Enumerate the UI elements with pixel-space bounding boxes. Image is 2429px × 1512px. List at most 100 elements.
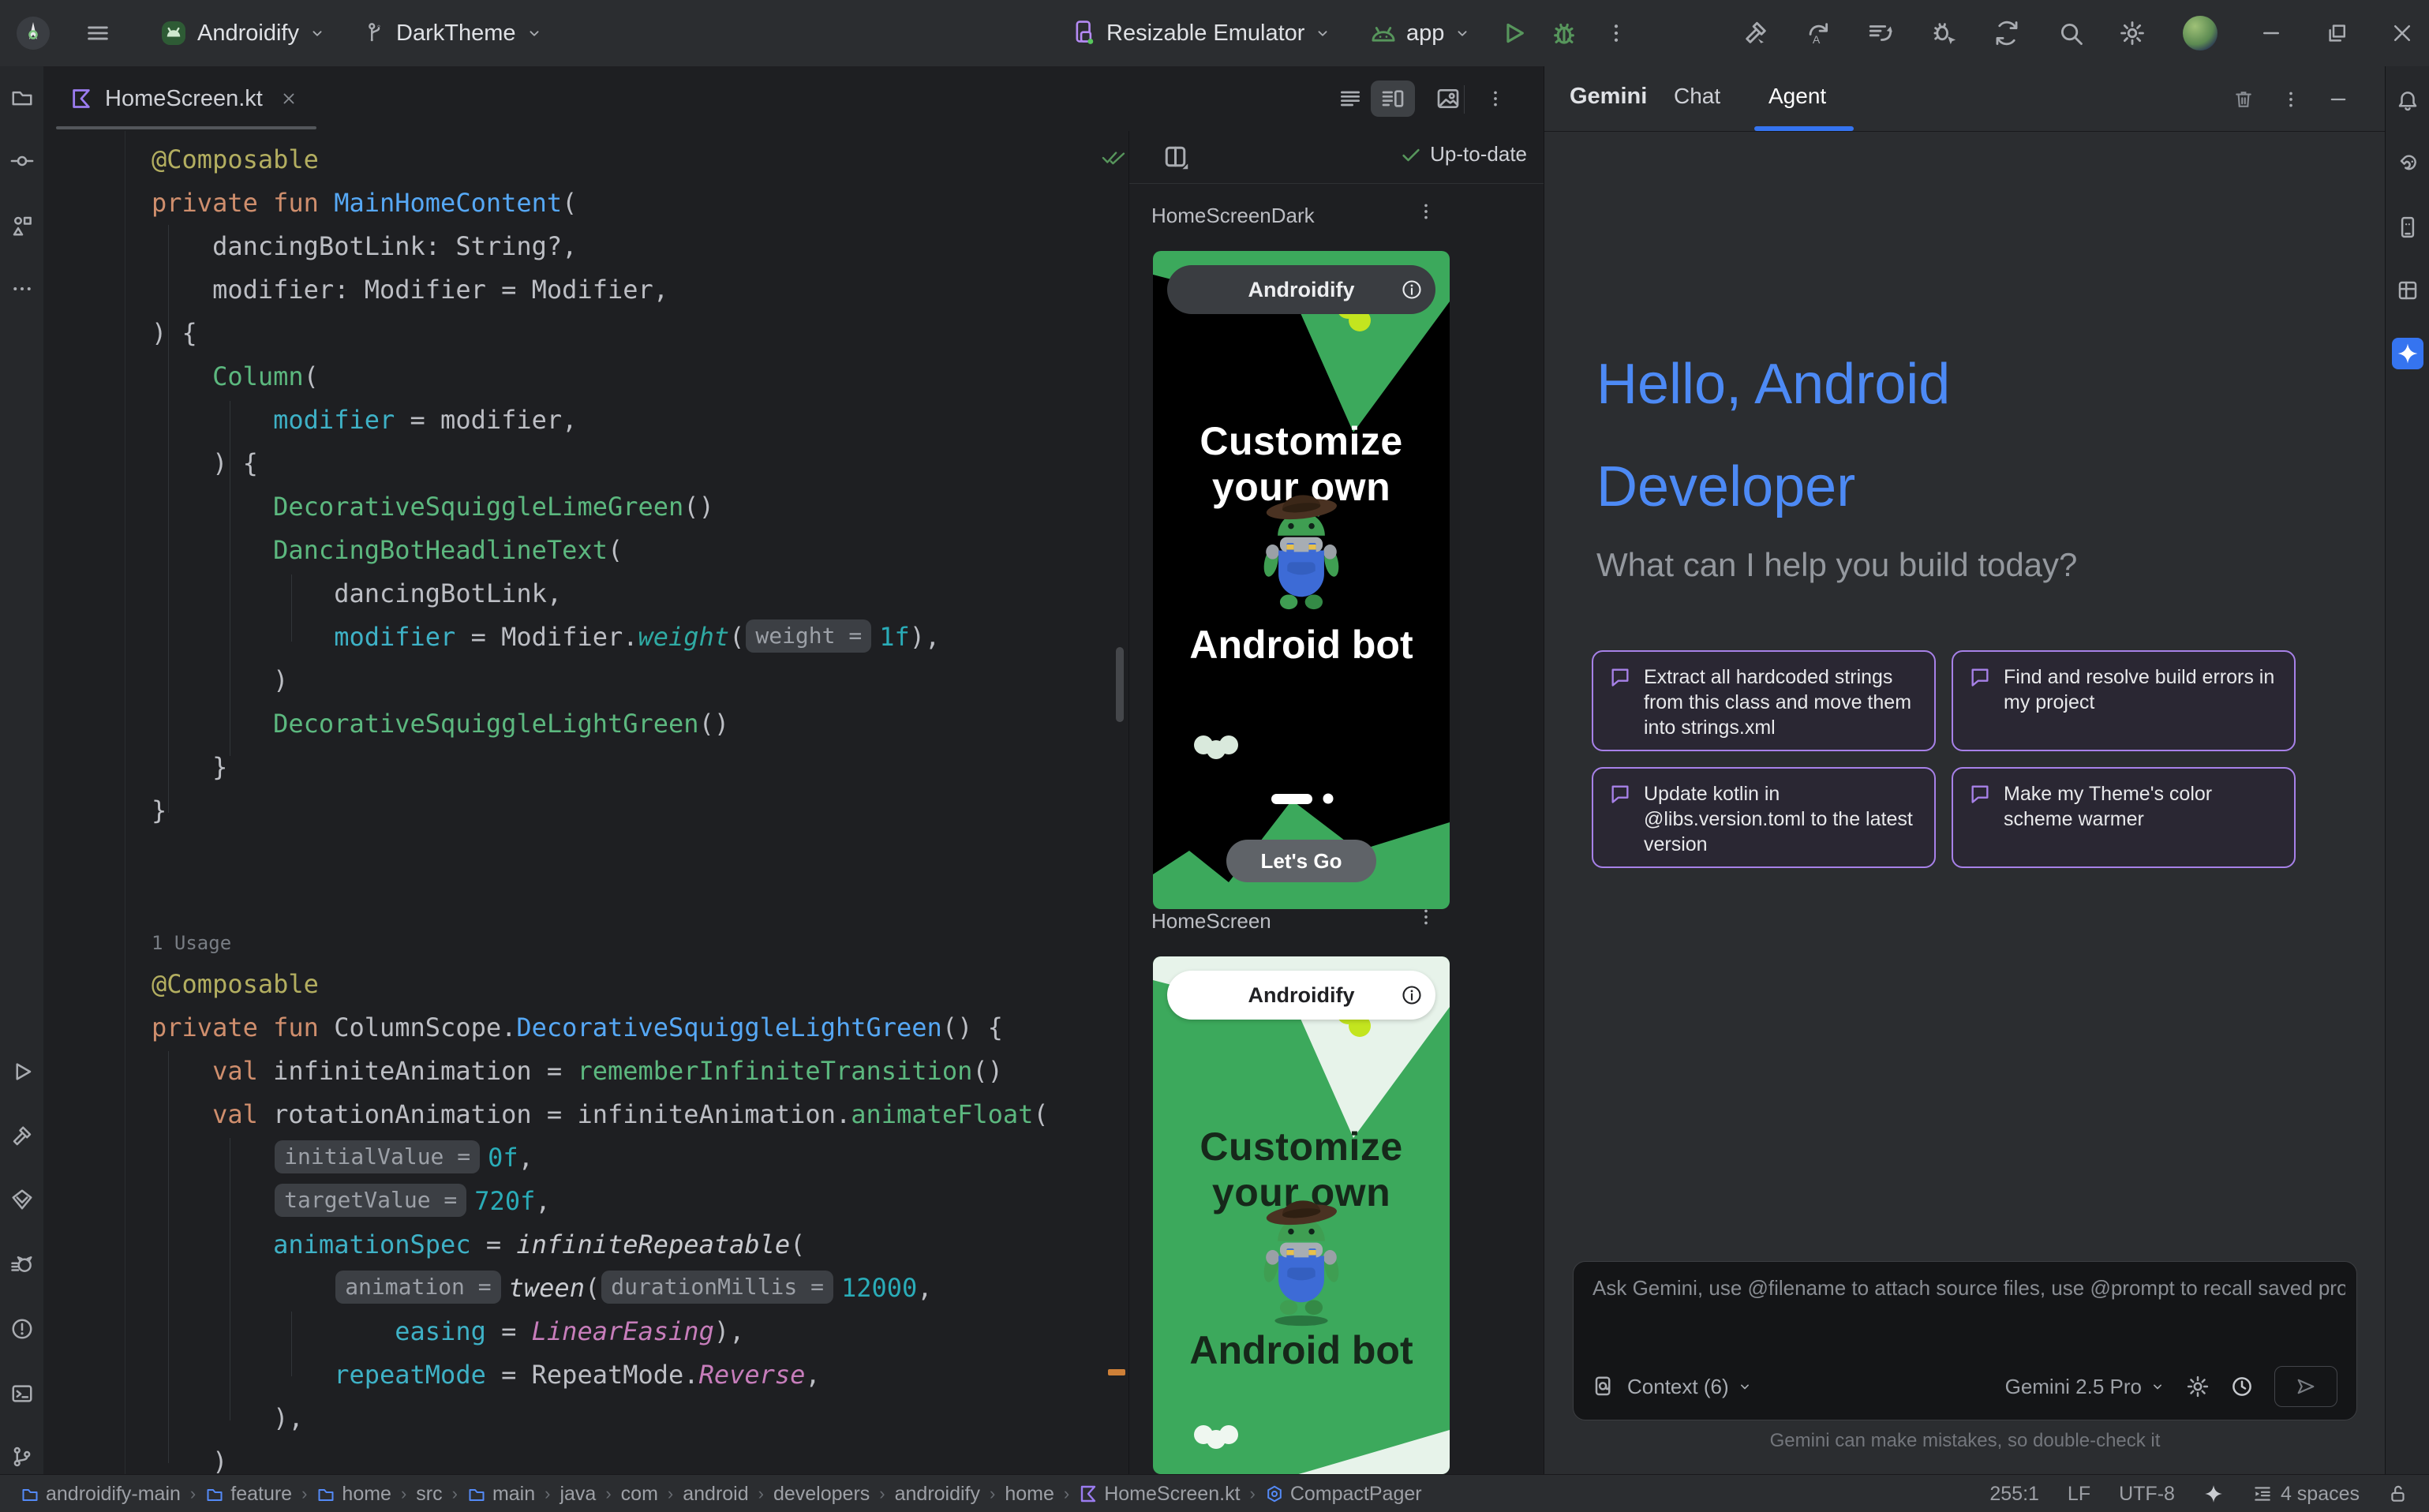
project-selector[interactable]: Androidify [159,0,326,66]
gemini-tool-button[interactable] [2392,338,2423,369]
lets-go-button[interactable]: Let's Go [1226,840,1376,882]
breadcrumb-item[interactable]: java [560,1483,596,1506]
search-everywhere-button[interactable] [2054,17,2087,49]
suggestion-card[interactable]: Make my Theme's color scheme warmer [1952,767,2296,868]
window-close-button[interactable] [2385,17,2420,49]
code-line[interactable]: ) { [152,312,1049,355]
code-line[interactable]: animationSpec = infiniteRepeatable( [152,1223,1049,1267]
code-line[interactable]: ) [152,659,1049,702]
code-line[interactable]: private fun ColumnScope.DecorativeSquigg… [152,1006,1049,1050]
code-line[interactable]: DecorativeSquiggleLightGreen() [152,702,1049,746]
commit-tool-button[interactable] [6,145,38,177]
code-line[interactable] [152,833,1049,876]
main-menu-button[interactable] [84,19,112,47]
user-avatar[interactable] [2183,16,2218,51]
build-tool-button[interactable] [6,1121,38,1152]
breadcrumb-item[interactable]: com [621,1483,658,1506]
run-button[interactable] [1498,17,1529,49]
breadcrumb-item[interactable]: CompactPager [1265,1483,1422,1506]
code-line[interactable]: repeatMode = RepeatMode.Reverse, [152,1353,1049,1397]
logcat-tool-button[interactable] [6,1248,38,1280]
file-encoding[interactable]: UTF-8 [2119,1483,2175,1506]
indent-setting[interactable]: 4 spaces [2252,1483,2360,1506]
code-line[interactable] [152,876,1049,919]
suggestion-card[interactable]: Update kotlin in @libs.version.toml to t… [1592,767,1936,868]
preview-name[interactable]: HomeScreenDark [1151,204,1315,228]
inspections-passed-icon[interactable] [1101,147,1128,167]
apply-changes-button[interactable]: A [1802,17,1835,49]
code-line[interactable]: ), [152,1397,1049,1440]
preview-name[interactable]: HomeScreen [1151,909,1271,934]
info-icon[interactable] [1401,984,1423,1006]
view-split-button[interactable] [1371,80,1415,117]
device-selector[interactable]: Resizable Emulator [1072,0,1331,66]
gemini-prompt-input[interactable]: Ask Gemini, use @filename to attach sour… [1573,1261,2357,1420]
code-line[interactable]: modifier = Modifier.weight(weight =1f), [152,616,1049,659]
code-line[interactable]: private fun MainHomeContent( [152,182,1049,225]
code-line[interactable]: val rotationAnimation = infiniteAnimatio… [152,1093,1049,1136]
gemini-tab-chat[interactable]: Chat [1674,84,1720,109]
code-line[interactable]: dancingBotLink: String?, [152,225,1049,268]
version-control-tool-button[interactable] [6,1441,38,1473]
run-tool-button[interactable] [6,1056,38,1087]
code-content[interactable]: @Composableprivate fun MainHomeContent( … [152,138,1049,1474]
apply-code-changes-button[interactable] [1864,17,1897,49]
code-line[interactable]: @Composable [152,963,1049,1006]
code-line[interactable]: DecorativeSquiggleLimeGreen() [152,485,1049,529]
layout-inspector-tool-button[interactable] [2392,275,2423,306]
code-line[interactable]: targetValue =720f, [152,1180,1049,1223]
context-attach-icon[interactable] [1593,1375,1616,1398]
clear-chat-button[interactable] [2228,84,2259,115]
breadcrumb-item[interactable]: HomeScreen.kt [1079,1483,1240,1506]
code-line[interactable]: easing = LinearEasing), [152,1310,1049,1353]
history-icon[interactable] [2230,1375,2254,1398]
compose-preview-homescreendark[interactable]: AndroidifyCustomizeyour own Android botL… [1153,251,1450,909]
debug-button[interactable] [1548,17,1580,49]
breadcrumb-item[interactable]: androidify-main [21,1483,181,1506]
send-button[interactable] [2274,1366,2337,1407]
code-line[interactable]: DancingBotHeadlineText( [152,529,1049,572]
breadcrumb-item[interactable]: developers [773,1483,870,1506]
code-line[interactable]: } [152,746,1049,789]
breadcrumb-item[interactable]: androidify [895,1483,980,1506]
breadcrumb-item[interactable]: src [416,1483,442,1506]
code-line[interactable]: @Composable [152,138,1049,182]
code-line[interactable]: } [152,789,1049,833]
running-devices-tool-button[interactable] [2392,211,2423,243]
suggestion-card[interactable]: Find and resolve build errors in my proj… [1952,650,2296,751]
run-config-selector[interactable]: app [1370,0,1471,66]
code-line[interactable]: val infiniteAnimation = rememberInfinite… [152,1050,1049,1093]
terminal-tool-button[interactable] [6,1378,38,1409]
info-icon[interactable] [1401,279,1423,301]
code-line[interactable]: 1 Usage [152,919,1049,963]
tab-homescreen-kt[interactable]: HomeScreen.kt [56,66,312,131]
code-line[interactable]: ) { [152,442,1049,485]
resource-manager-tool-button[interactable] [6,210,38,241]
gemini-settings-icon[interactable] [2186,1375,2210,1398]
problems-tool-button[interactable] [6,1313,38,1345]
editor-options-button[interactable] [1473,80,1518,117]
hide-panel-button[interactable] [2322,84,2354,115]
view-code-only-button[interactable] [1328,80,1372,117]
build-button[interactable] [1739,17,1772,49]
code-line[interactable]: dancingBotLink, [152,572,1049,616]
more-tools-tool-button[interactable] [6,273,38,305]
code-line[interactable]: modifier: Modifier = Modifier, [152,268,1049,312]
suggestion-card[interactable]: Extract all hardcoded strings from this … [1592,650,1936,751]
notifications-tool-button[interactable] [2392,85,2423,117]
preview-layout-button[interactable] [1161,142,1192,174]
preview-options-button[interactable] [1412,903,1440,931]
editor-stripe-mark[interactable] [1108,1369,1125,1375]
compose-preview-homescreen[interactable]: AndroidifyCustomizeyour own Android bot [1153,956,1450,1474]
code-line[interactable]: animation =tween(durationMillis =12000, [152,1267,1049,1310]
line-ending[interactable]: LF [2068,1483,2090,1506]
more-run-options-button[interactable] [1600,17,1632,49]
gemini-options-button[interactable] [2275,84,2307,115]
attach-debugger-button[interactable] [1928,17,1961,49]
breadcrumb-item[interactable]: main [467,1483,535,1506]
model-selector[interactable]: Gemini 2.5 Pro [2005,1375,2165,1399]
code-line[interactable]: Column( [152,355,1049,399]
breadcrumb-item[interactable]: home [316,1483,391,1506]
gradle-tool-button[interactable] [2392,148,2423,180]
window-maximize-button[interactable] [2320,17,2355,49]
